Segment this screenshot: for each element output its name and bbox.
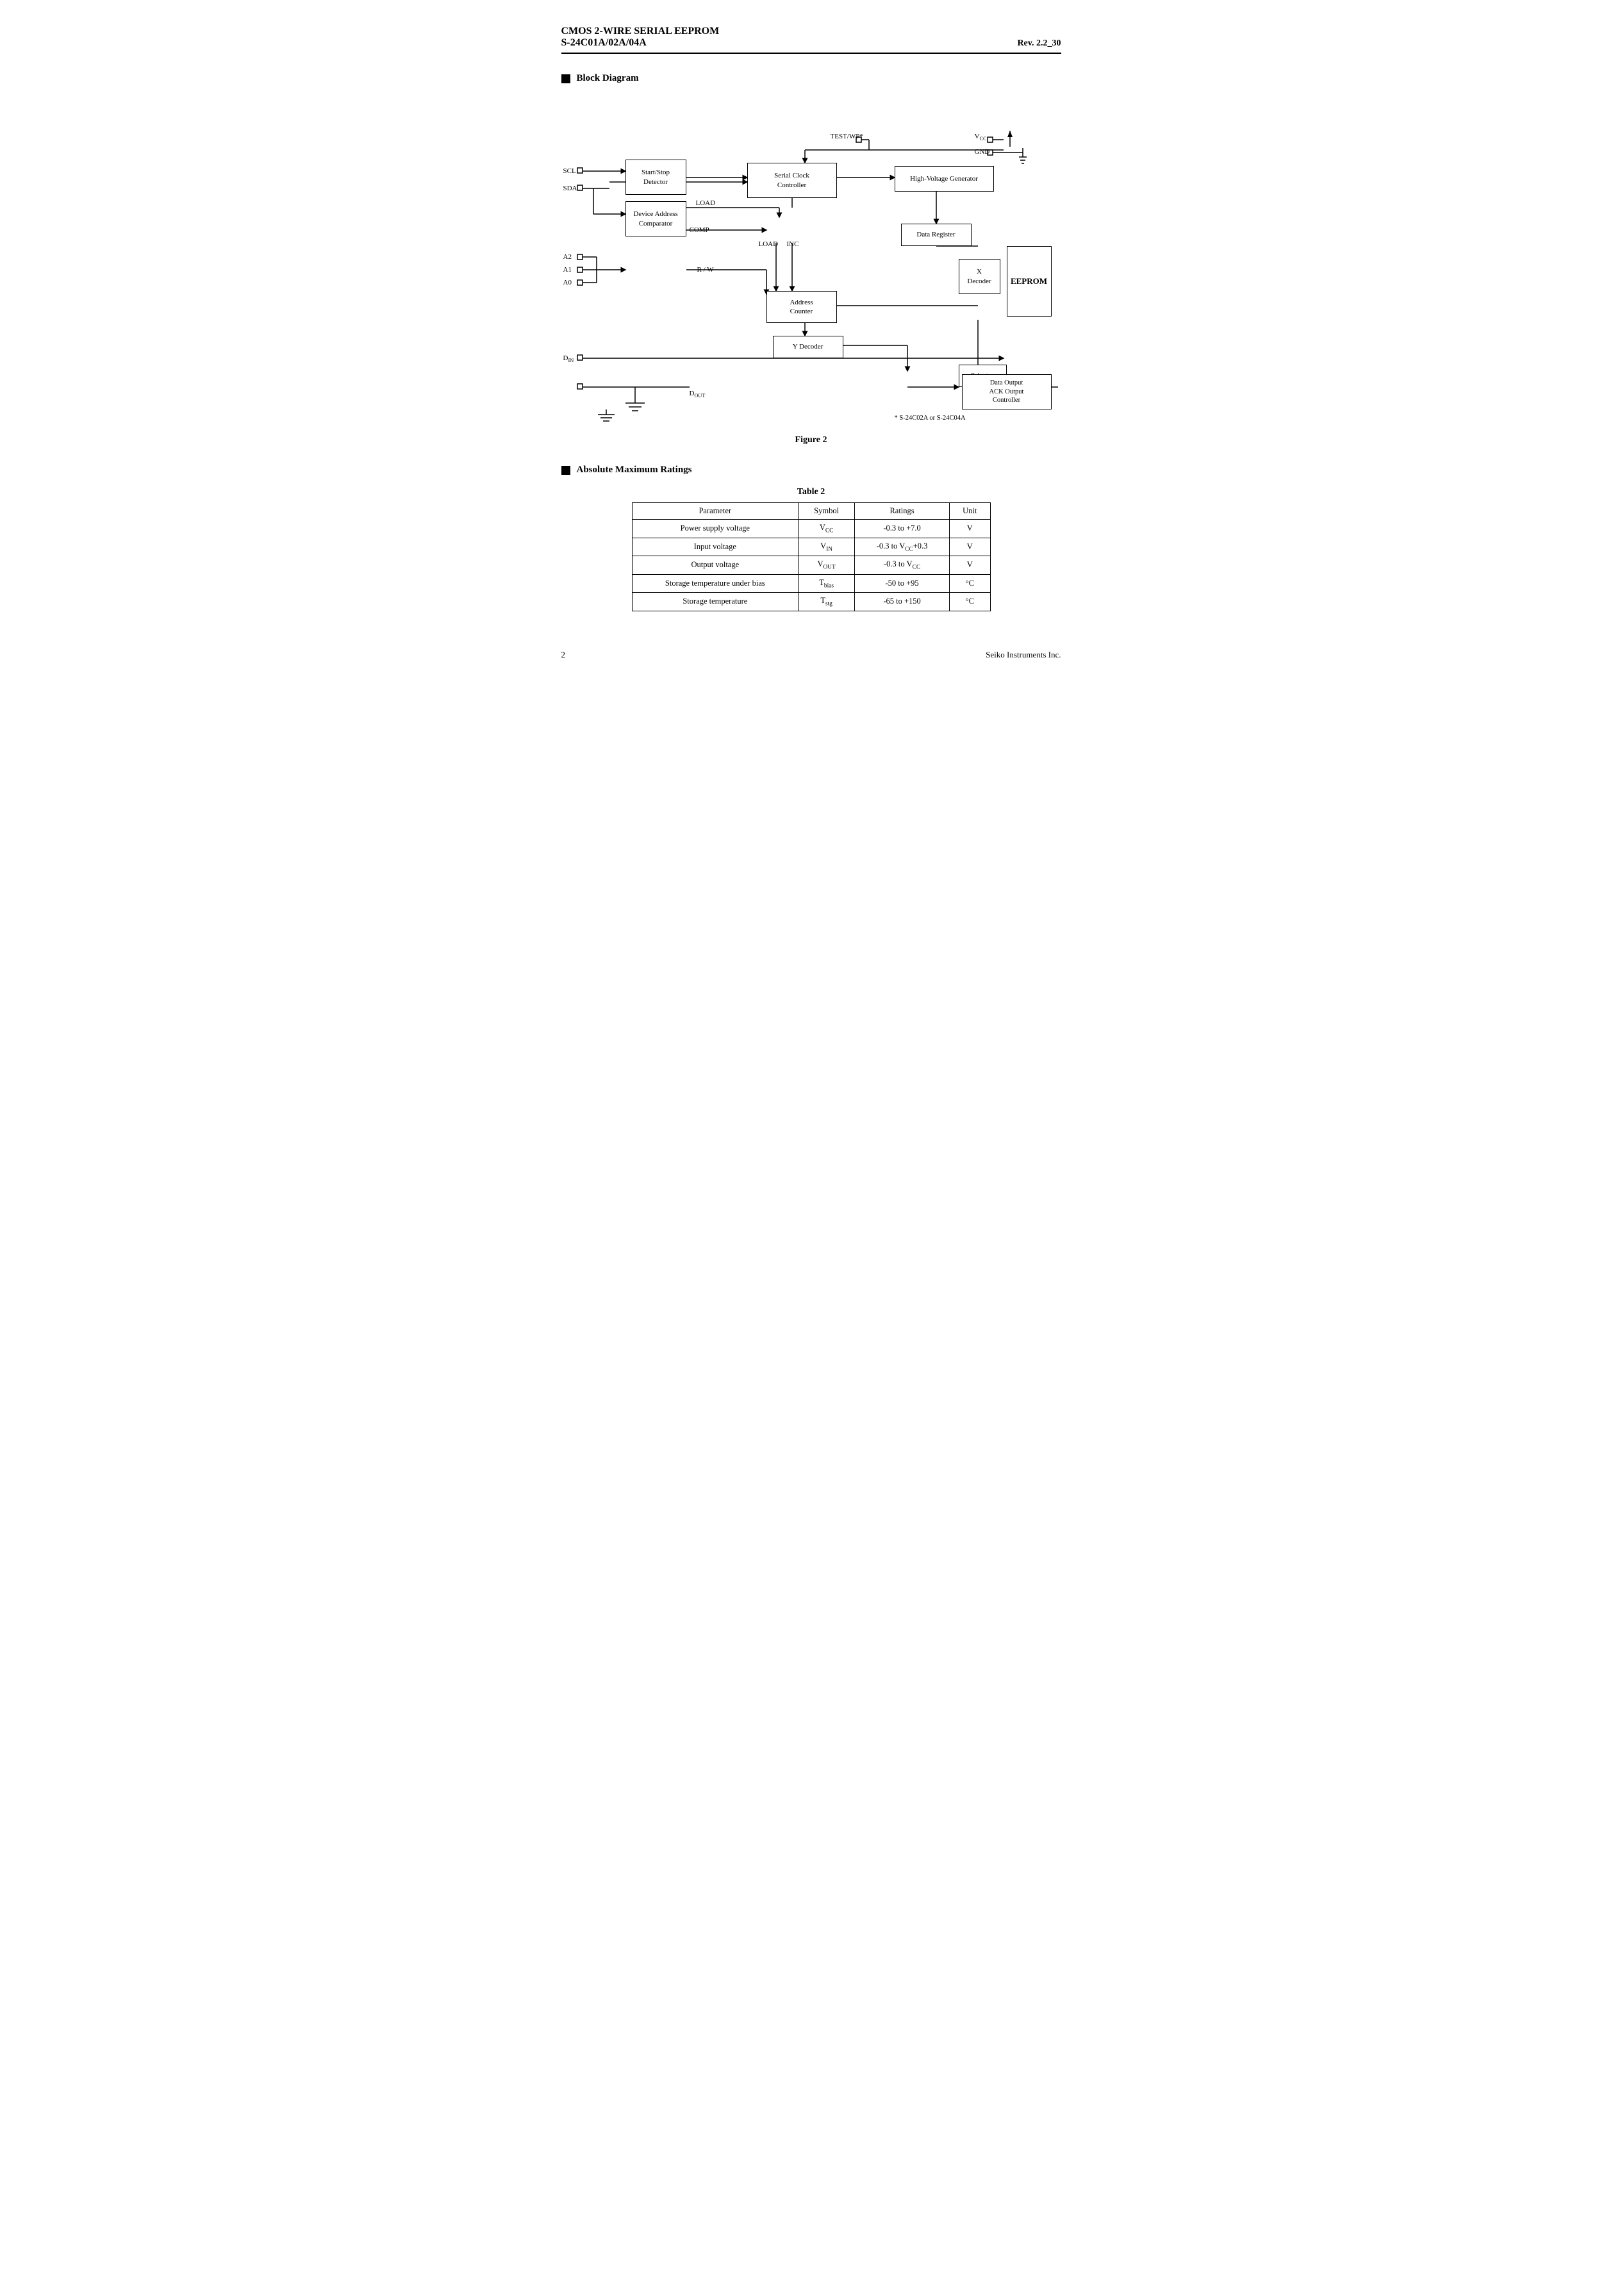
page-header: CMOS 2-WIRE SERIAL EEPROM S-24C01A/02A/0… [561,26,1061,54]
ratings-table: Parameter Symbol Ratings Unit Power supp… [632,502,991,611]
inc-label: INC [787,240,799,248]
unit-1: V [950,520,990,538]
load-label: LOAD [696,199,716,207]
col-symbol: Symbol [799,503,855,520]
abs-ratings-label: Absolute Maximum Ratings [577,465,692,475]
a0-label: A0 [563,279,572,286]
param-3: Output voltage [632,556,799,575]
param-2: Input voltage [632,538,799,556]
footnote-label: * S-24C02A or S-24C04A [895,415,966,422]
rating-4: -50 to +95 [855,574,950,593]
sym-1: VCC [799,520,855,538]
param-4: Storage temperature under bias [632,574,799,593]
table-caption: Table 2 [561,487,1061,497]
sda-label: SDA [563,185,577,192]
sym-5: Tstg [799,593,855,611]
unit-3: V [950,556,990,575]
test-wp-label: TEST/WP* [831,133,863,140]
title-line1: CMOS 2-WIRE SERIAL EEPROM [561,26,720,37]
din-label: DIN [563,354,574,363]
scl-label: SCL [563,167,576,175]
figure-caption: Figure 2 [561,435,1061,445]
block-diagram-label: Block Diagram [577,73,639,84]
dout-label: DOUT [690,390,706,399]
bullet-icon [561,74,570,83]
serial-clock-box: Serial ClockController [747,163,837,198]
sym-4: Tbias [799,574,855,593]
sym-2: VIN [799,538,855,556]
param-1: Power supply voltage [632,520,799,538]
unit-4: °C [950,574,990,593]
vcc-label: VCC [975,133,987,142]
device-address-box: Device AddressComparator [625,201,686,236]
rating-2: -0.3 to VCC+0.3 [855,538,950,556]
comp-label: COMP [690,226,709,234]
page-number: 2 [561,650,566,660]
title-line2: S-24C01A/02A/04A [561,37,720,49]
rating-5: -65 to +150 [855,593,950,611]
y-decoder-box: Y Decoder [773,336,843,358]
param-5: Storage temperature [632,593,799,611]
start-stop-box: Start/StopDetector [625,160,686,195]
high-voltage-box: High-Voltage Generator [895,166,994,192]
gnd-label: GND [975,148,990,156]
rw-label: R / W [697,266,714,274]
col-ratings: Ratings [855,503,950,520]
table-row: Power supply voltage VCC -0.3 to +7.0 V [632,520,990,538]
x-decoder-box: XDecoder [959,259,1000,294]
data-output-box: Data OutputACK OutputController [962,374,1052,409]
table-row: Output voltage VOUT -0.3 to VCC V [632,556,990,575]
block-diagram: Start/StopDetector Serial ClockControlle… [561,95,1061,429]
table-row: Storage temperature Tstg -65 to +150 °C [632,593,990,611]
block-diagram-heading: Block Diagram [561,73,1061,84]
table-row: Input voltage VIN -0.3 to VCC+0.3 V [632,538,990,556]
rating-1: -0.3 to +7.0 [855,520,950,538]
revision: Rev. 2.2_30 [1017,38,1061,49]
table-row: Storage temperature under bias Tbias -50… [632,574,990,593]
ground-symbol [597,409,616,427]
company-name: Seiko Instruments Inc. [986,650,1061,660]
address-counter-box: AddressCounter [766,291,837,323]
eeprom-box: EEPROM [1007,246,1052,317]
abs-ratings-heading: Absolute Maximum Ratings [561,465,1061,475]
load2-label: LOAD [759,240,779,248]
col-unit: Unit [950,503,990,520]
a2-label: A2 [563,253,572,261]
rating-3: -0.3 to VCC [855,556,950,575]
unit-2: V [950,538,990,556]
col-parameter: Parameter [632,503,799,520]
unit-5: °C [950,593,990,611]
sym-3: VOUT [799,556,855,575]
bullet-icon-2 [561,466,570,475]
a1-label: A1 [563,266,572,274]
page-footer: 2 Seiko Instruments Inc. [561,650,1061,660]
data-register-box: Data Register [901,224,972,246]
